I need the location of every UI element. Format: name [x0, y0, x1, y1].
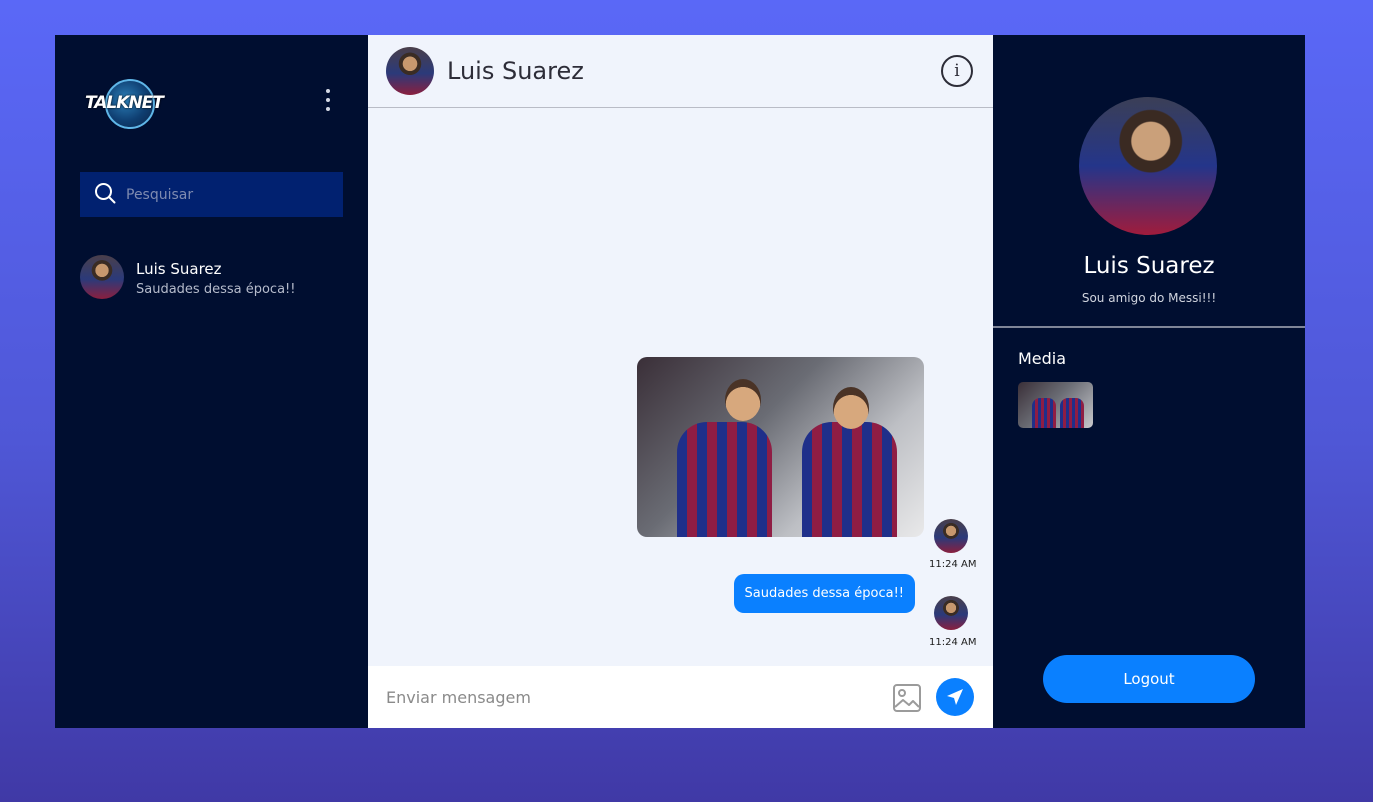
message-input[interactable] [386, 687, 876, 707]
menu-dot [326, 107, 330, 111]
sender-avatar [934, 519, 968, 553]
profile-panel: Luis Suarez Sou amigo do Messi!!! Media … [993, 35, 1305, 728]
image-message[interactable] [637, 357, 924, 537]
media-thumbnail[interactable] [1018, 382, 1093, 428]
search-bar [80, 172, 343, 217]
chat-header: Luis Suarez i [368, 35, 993, 108]
menu-dot [326, 98, 330, 102]
logout-button[interactable]: Logout [1043, 655, 1255, 703]
talknet-logo-icon: TALKNET [85, 79, 164, 129]
divider [993, 326, 1305, 328]
avatar [80, 255, 124, 299]
thumb-figure [1032, 398, 1056, 428]
info-icon[interactable]: i [941, 55, 973, 87]
sidebar: TALKNET Luis Suarez Saudades dessa época… [55, 35, 368, 728]
image-icon[interactable] [892, 683, 922, 713]
photo-figure [677, 422, 772, 537]
thumb-figure [1060, 398, 1084, 428]
photo-face [833, 387, 869, 429]
kebab-menu-icon[interactable] [323, 89, 333, 111]
search-icon [94, 182, 116, 208]
chat-panel: Luis Suarez i 11:24 AM Saudades dessa ép… [368, 35, 993, 728]
text-message: Saudades dessa época!! [733, 574, 915, 613]
contact-last-message: Saudades dessa época!! [136, 281, 296, 297]
menu-dot [326, 89, 330, 93]
profile-avatar [1079, 97, 1217, 235]
message-composer [368, 666, 993, 728]
search-input[interactable] [126, 186, 326, 203]
sender-avatar [934, 596, 968, 630]
photo-face [725, 379, 761, 421]
message-time: 11:24 AM [929, 559, 977, 570]
profile-name: Luis Suarez [1083, 253, 1215, 279]
avatar[interactable] [386, 47, 434, 95]
contact-item[interactable]: Luis Suarez Saudades dessa época!! [80, 255, 343, 301]
app-window: TALKNET Luis Suarez Saudades dessa época… [55, 35, 1305, 728]
contact-name: Luis Suarez [136, 259, 222, 278]
send-icon[interactable] [936, 678, 974, 716]
logo-text: TALKNET [85, 93, 164, 113]
message-time: 11:24 AM [929, 637, 977, 648]
chat-title: Luis Suarez [447, 57, 584, 85]
profile-bio: Sou amigo do Messi!!! [1081, 291, 1217, 305]
contact-text: Luis Suarez Saudades dessa época!! [136, 255, 295, 301]
media-title: Media [1018, 349, 1067, 368]
photo-figure [802, 422, 897, 537]
